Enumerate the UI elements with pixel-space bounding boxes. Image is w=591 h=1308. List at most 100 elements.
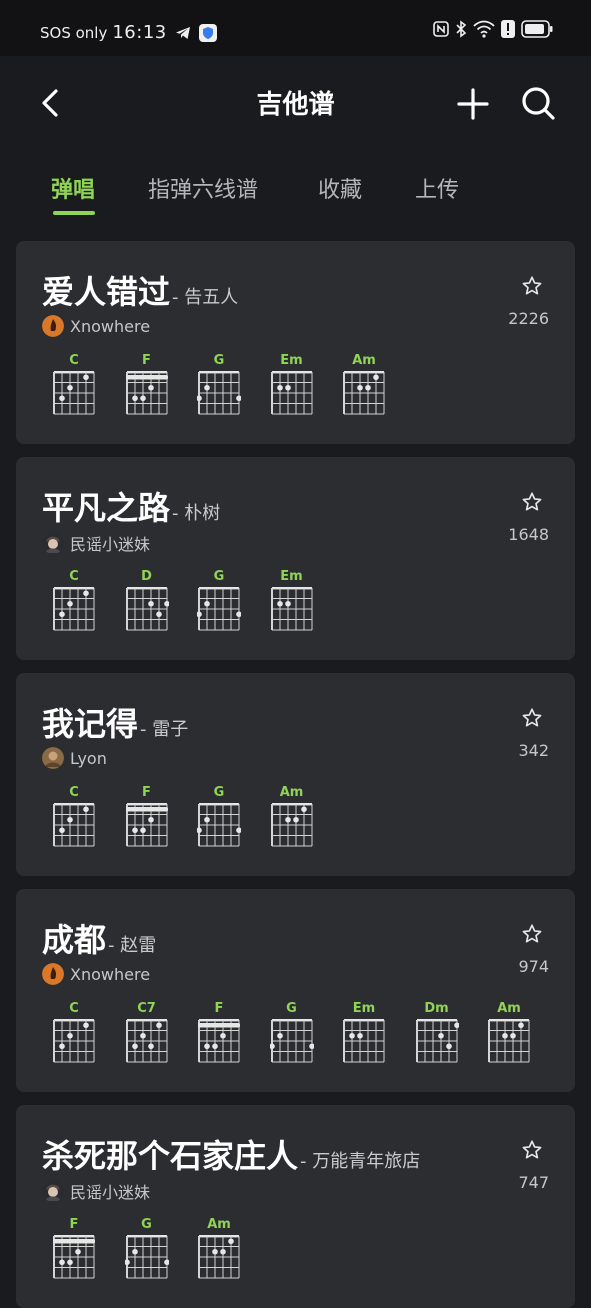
song-artist: - 朴树 <box>172 503 221 524</box>
wifi-icon <box>473 20 495 38</box>
star-count: 2226 <box>508 309 549 328</box>
bluetooth-icon <box>455 20 467 38</box>
chord-name: C <box>69 785 79 800</box>
battery-icon <box>521 20 553 38</box>
app-bar: 吉他谱 <box>0 56 591 152</box>
chord-name: C <box>69 353 79 368</box>
add-button[interactable] <box>455 86 491 122</box>
tab-fingerstyle-tab[interactable]: 指弹六线谱 <box>148 172 258 204</box>
back-arrow-icon <box>42 89 58 117</box>
shield-app-icon <box>198 23 217 42</box>
star-outline-icon <box>522 1140 542 1159</box>
page-title: 吉他谱 <box>256 90 335 120</box>
author-row[interactable]: 民谣小迷妹 <box>42 531 150 555</box>
chord-fretboard-icon <box>198 1019 240 1063</box>
tab-favorites[interactable]: 收藏 <box>318 172 362 204</box>
back-button[interactable] <box>34 86 68 120</box>
search-button[interactable] <box>519 84 557 122</box>
network-status: SOS only <box>40 23 108 42</box>
song-card[interactable]: 爱人错过 - 告五人 Xnowhere 2226 C F G Em Am <box>16 241 575 444</box>
star-button[interactable] <box>521 275 543 297</box>
chord-name: G <box>286 1001 297 1016</box>
star-count: 974 <box>518 957 549 976</box>
star-outline-icon <box>522 924 542 943</box>
chord-fretboard-icon <box>125 371 168 415</box>
status-left: SOS only 16:13 <box>40 22 217 43</box>
song-card[interactable]: 我记得 - 雷子 Lyon 342 C F G Am <box>16 673 575 876</box>
author-name: Xnowhere <box>70 316 151 336</box>
chord-name: Am <box>497 1001 521 1016</box>
song-title[interactable]: 成都 - 赵雷 <box>42 915 156 961</box>
chord-fretboard-icon <box>269 1019 314 1063</box>
song-title[interactable]: 平凡之路 - 朴树 <box>42 483 220 529</box>
tab-bar: 弹唱 指弹六线谱 收藏 上传 <box>0 172 591 222</box>
song-name: 杀死那个石家庄人 <box>42 1137 299 1175</box>
song-title[interactable]: 爱人错过 - 告五人 <box>42 267 238 313</box>
song-card[interactable]: 平凡之路 - 朴树 民谣小迷妹 1648 C D G Em <box>16 457 575 660</box>
chord-fretboard-icon <box>125 587 169 631</box>
author-name: 民谣小迷妹 <box>70 535 151 554</box>
star-button[interactable] <box>521 707 543 729</box>
brown-photo-avatar <box>42 747 64 769</box>
chord-fretboard-icon <box>270 371 312 415</box>
search-icon <box>522 87 555 120</box>
chord-fretboard-icon <box>124 1235 169 1279</box>
chord-fretboard-icon <box>270 587 312 631</box>
chord-name: C7 <box>137 1001 156 1016</box>
tab-upload[interactable]: 上传 <box>415 172 459 204</box>
author-row[interactable]: Lyon <box>42 747 107 769</box>
chord-name: Am <box>352 353 376 368</box>
chord-name: C <box>69 1001 79 1016</box>
author-name: 民谣小迷妹 <box>70 1183 151 1202</box>
chord-fretboard-icon <box>488 1019 530 1063</box>
anime-avatar <box>42 532 64 554</box>
chord-fretboard-icon <box>125 1019 167 1063</box>
tab-strum-sing[interactable]: 弹唱 <box>51 172 95 204</box>
chord-name: C <box>69 569 79 584</box>
song-title[interactable]: 我记得 - 雷子 <box>42 699 188 745</box>
star-button[interactable] <box>521 1139 543 1161</box>
author-row[interactable]: Xnowhere <box>42 315 150 337</box>
song-name: 爱人错过 <box>42 273 171 311</box>
star-count: 1648 <box>508 525 549 544</box>
song-card[interactable]: 成都 - 赵雷 Xnowhere 974 C C7 F G Em Dm Am <box>16 889 575 1092</box>
chord-fretboard-icon <box>270 803 312 847</box>
chord-name: F <box>142 785 151 800</box>
chord-name: Em <box>280 353 303 368</box>
chord-fretboard-icon <box>53 371 95 415</box>
star-outline-icon <box>522 492 542 511</box>
song-title[interactable]: 杀死那个石家庄人 - 万能青年旅店 <box>42 1131 420 1177</box>
chord-name: G <box>141 1217 152 1232</box>
chord-fretboard-icon <box>343 1019 385 1063</box>
chord-fretboard-icon <box>125 803 168 847</box>
chord-fretboard-icon <box>53 1235 95 1279</box>
song-name: 平凡之路 <box>42 489 171 527</box>
star-button[interactable] <box>521 923 543 945</box>
chord-name: F <box>69 1217 79 1232</box>
chord-fretboard-icon <box>53 803 95 847</box>
chord-name: Em <box>352 1001 376 1016</box>
plus-icon <box>457 88 489 120</box>
star-count: 747 <box>518 1173 549 1192</box>
chord-fretboard-icon <box>53 1019 95 1063</box>
song-name: 我记得 <box>42 705 139 743</box>
star-count: 342 <box>518 741 549 760</box>
telegram-icon <box>175 26 191 40</box>
author-name: Lyon <box>70 748 107 768</box>
chord-fretboard-icon <box>197 803 241 847</box>
chord-name: Em <box>280 569 303 584</box>
author-name: Xnowhere <box>70 964 151 984</box>
chord-fretboard-icon <box>197 371 241 415</box>
anime-avatar <box>42 1180 64 1202</box>
song-card[interactable]: 杀死那个石家庄人 - 万能青年旅店 民谣小迷妹 747 F G Am <box>16 1105 575 1308</box>
active-tab-indicator <box>53 211 95 215</box>
star-button[interactable] <box>521 491 543 513</box>
song-name: 成都 <box>42 921 107 959</box>
author-row[interactable]: Xnowhere <box>42 963 150 985</box>
chord-name: Dm <box>424 1001 449 1016</box>
chord-name: Am <box>207 1217 231 1232</box>
clock: 16:13 <box>112 22 167 43</box>
song-artist: - 告五人 <box>172 287 239 308</box>
author-row[interactable]: 民谣小迷妹 <box>42 1179 150 1203</box>
chord-fretboard-icon <box>197 587 241 631</box>
